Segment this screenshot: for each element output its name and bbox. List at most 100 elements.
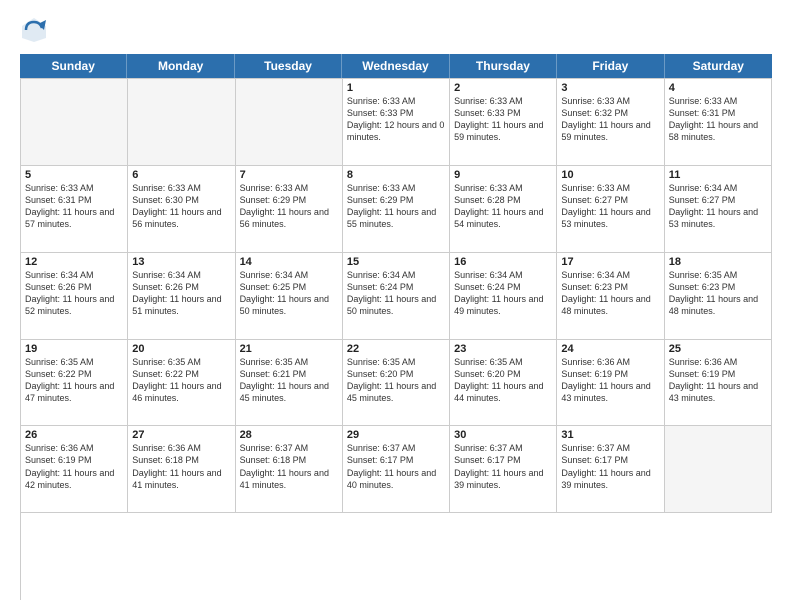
day-number-16: 16 — [454, 256, 552, 268]
day-number-12: 12 — [25, 256, 123, 268]
day-cell-11: 11Sunrise: 6:34 AM Sunset: 6:27 PM Dayli… — [665, 166, 772, 252]
day-cell-5: 5Sunrise: 6:33 AM Sunset: 6:31 PM Daylig… — [21, 166, 128, 252]
header — [20, 16, 772, 44]
day-cell-16: 16Sunrise: 6:34 AM Sunset: 6:24 PM Dayli… — [450, 253, 557, 339]
day-info-4: Sunrise: 6:33 AM Sunset: 6:31 PM Dayligh… — [669, 95, 767, 144]
day-info-5: Sunrise: 6:33 AM Sunset: 6:31 PM Dayligh… — [25, 182, 123, 231]
page: SundayMondayTuesdayWednesdayThursdayFrid… — [0, 0, 792, 612]
day-number-21: 21 — [240, 343, 338, 355]
day-info-22: Sunrise: 6:35 AM Sunset: 6:20 PM Dayligh… — [347, 356, 445, 405]
logo — [20, 16, 52, 44]
header-day-friday: Friday — [557, 54, 664, 78]
calendar: SundayMondayTuesdayWednesdayThursdayFrid… — [20, 54, 772, 600]
day-info-26: Sunrise: 6:36 AM Sunset: 6:19 PM Dayligh… — [25, 442, 123, 491]
day-info-7: Sunrise: 6:33 AM Sunset: 6:29 PM Dayligh… — [240, 182, 338, 231]
day-cell-24: 24Sunrise: 6:36 AM Sunset: 6:19 PM Dayli… — [557, 340, 664, 426]
day-info-3: Sunrise: 6:33 AM Sunset: 6:32 PM Dayligh… — [561, 95, 659, 144]
day-number-4: 4 — [669, 82, 767, 94]
day-number-13: 13 — [132, 256, 230, 268]
day-info-23: Sunrise: 6:35 AM Sunset: 6:20 PM Dayligh… — [454, 356, 552, 405]
empty-cell — [665, 426, 772, 512]
day-number-8: 8 — [347, 169, 445, 181]
day-info-15: Sunrise: 6:34 AM Sunset: 6:24 PM Dayligh… — [347, 269, 445, 318]
day-number-29: 29 — [347, 429, 445, 441]
empty-cell — [236, 79, 343, 165]
day-info-2: Sunrise: 6:33 AM Sunset: 6:33 PM Dayligh… — [454, 95, 552, 144]
day-info-16: Sunrise: 6:34 AM Sunset: 6:24 PM Dayligh… — [454, 269, 552, 318]
day-number-3: 3 — [561, 82, 659, 94]
day-cell-20: 20Sunrise: 6:35 AM Sunset: 6:22 PM Dayli… — [128, 340, 235, 426]
day-number-30: 30 — [454, 429, 552, 441]
day-info-17: Sunrise: 6:34 AM Sunset: 6:23 PM Dayligh… — [561, 269, 659, 318]
day-info-27: Sunrise: 6:36 AM Sunset: 6:18 PM Dayligh… — [132, 442, 230, 491]
day-info-25: Sunrise: 6:36 AM Sunset: 6:19 PM Dayligh… — [669, 356, 767, 405]
day-info-6: Sunrise: 6:33 AM Sunset: 6:30 PM Dayligh… — [132, 182, 230, 231]
day-number-10: 10 — [561, 169, 659, 181]
day-cell-14: 14Sunrise: 6:34 AM Sunset: 6:25 PM Dayli… — [236, 253, 343, 339]
day-cell-23: 23Sunrise: 6:35 AM Sunset: 6:20 PM Dayli… — [450, 340, 557, 426]
day-number-19: 19 — [25, 343, 123, 355]
week-row-5: 26Sunrise: 6:36 AM Sunset: 6:19 PM Dayli… — [21, 426, 772, 513]
day-number-28: 28 — [240, 429, 338, 441]
day-info-29: Sunrise: 6:37 AM Sunset: 6:17 PM Dayligh… — [347, 442, 445, 491]
week-row-2: 5Sunrise: 6:33 AM Sunset: 6:31 PM Daylig… — [21, 166, 772, 253]
day-cell-13: 13Sunrise: 6:34 AM Sunset: 6:26 PM Dayli… — [128, 253, 235, 339]
day-info-12: Sunrise: 6:34 AM Sunset: 6:26 PM Dayligh… — [25, 269, 123, 318]
day-cell-2: 2Sunrise: 6:33 AM Sunset: 6:33 PM Daylig… — [450, 79, 557, 165]
day-number-5: 5 — [25, 169, 123, 181]
empty-cell — [21, 79, 128, 165]
day-number-25: 25 — [669, 343, 767, 355]
day-info-19: Sunrise: 6:35 AM Sunset: 6:22 PM Dayligh… — [25, 356, 123, 405]
day-number-27: 27 — [132, 429, 230, 441]
day-number-2: 2 — [454, 82, 552, 94]
day-number-14: 14 — [240, 256, 338, 268]
day-cell-21: 21Sunrise: 6:35 AM Sunset: 6:21 PM Dayli… — [236, 340, 343, 426]
calendar-body: 1Sunrise: 6:33 AM Sunset: 6:33 PM Daylig… — [20, 78, 772, 600]
day-cell-18: 18Sunrise: 6:35 AM Sunset: 6:23 PM Dayli… — [665, 253, 772, 339]
day-number-22: 22 — [347, 343, 445, 355]
header-day-monday: Monday — [127, 54, 234, 78]
logo-icon — [20, 16, 48, 44]
calendar-header: SundayMondayTuesdayWednesdayThursdayFrid… — [20, 54, 772, 78]
day-number-26: 26 — [25, 429, 123, 441]
week-row-4: 19Sunrise: 6:35 AM Sunset: 6:22 PM Dayli… — [21, 340, 772, 427]
day-cell-7: 7Sunrise: 6:33 AM Sunset: 6:29 PM Daylig… — [236, 166, 343, 252]
day-cell-4: 4Sunrise: 6:33 AM Sunset: 6:31 PM Daylig… — [665, 79, 772, 165]
day-cell-6: 6Sunrise: 6:33 AM Sunset: 6:30 PM Daylig… — [128, 166, 235, 252]
day-cell-22: 22Sunrise: 6:35 AM Sunset: 6:20 PM Dayli… — [343, 340, 450, 426]
day-info-1: Sunrise: 6:33 AM Sunset: 6:33 PM Dayligh… — [347, 95, 445, 144]
day-cell-15: 15Sunrise: 6:34 AM Sunset: 6:24 PM Dayli… — [343, 253, 450, 339]
day-cell-10: 10Sunrise: 6:33 AM Sunset: 6:27 PM Dayli… — [557, 166, 664, 252]
day-number-11: 11 — [669, 169, 767, 181]
day-cell-30: 30Sunrise: 6:37 AM Sunset: 6:17 PM Dayli… — [450, 426, 557, 512]
day-cell-8: 8Sunrise: 6:33 AM Sunset: 6:29 PM Daylig… — [343, 166, 450, 252]
day-cell-19: 19Sunrise: 6:35 AM Sunset: 6:22 PM Dayli… — [21, 340, 128, 426]
header-day-tuesday: Tuesday — [235, 54, 342, 78]
day-number-6: 6 — [132, 169, 230, 181]
day-cell-25: 25Sunrise: 6:36 AM Sunset: 6:19 PM Dayli… — [665, 340, 772, 426]
day-cell-3: 3Sunrise: 6:33 AM Sunset: 6:32 PM Daylig… — [557, 79, 664, 165]
day-info-28: Sunrise: 6:37 AM Sunset: 6:18 PM Dayligh… — [240, 442, 338, 491]
header-day-sunday: Sunday — [20, 54, 127, 78]
day-number-23: 23 — [454, 343, 552, 355]
header-day-wednesday: Wednesday — [342, 54, 449, 78]
day-cell-27: 27Sunrise: 6:36 AM Sunset: 6:18 PM Dayli… — [128, 426, 235, 512]
day-info-13: Sunrise: 6:34 AM Sunset: 6:26 PM Dayligh… — [132, 269, 230, 318]
day-number-17: 17 — [561, 256, 659, 268]
day-info-14: Sunrise: 6:34 AM Sunset: 6:25 PM Dayligh… — [240, 269, 338, 318]
day-number-18: 18 — [669, 256, 767, 268]
header-day-saturday: Saturday — [665, 54, 772, 78]
day-info-11: Sunrise: 6:34 AM Sunset: 6:27 PM Dayligh… — [669, 182, 767, 231]
day-info-24: Sunrise: 6:36 AM Sunset: 6:19 PM Dayligh… — [561, 356, 659, 405]
day-number-1: 1 — [347, 82, 445, 94]
day-number-20: 20 — [132, 343, 230, 355]
day-info-10: Sunrise: 6:33 AM Sunset: 6:27 PM Dayligh… — [561, 182, 659, 231]
day-number-9: 9 — [454, 169, 552, 181]
day-cell-26: 26Sunrise: 6:36 AM Sunset: 6:19 PM Dayli… — [21, 426, 128, 512]
day-number-7: 7 — [240, 169, 338, 181]
week-row-3: 12Sunrise: 6:34 AM Sunset: 6:26 PM Dayli… — [21, 253, 772, 340]
day-info-18: Sunrise: 6:35 AM Sunset: 6:23 PM Dayligh… — [669, 269, 767, 318]
day-cell-12: 12Sunrise: 6:34 AM Sunset: 6:26 PM Dayli… — [21, 253, 128, 339]
day-cell-31: 31Sunrise: 6:37 AM Sunset: 6:17 PM Dayli… — [557, 426, 664, 512]
empty-cell — [128, 79, 235, 165]
